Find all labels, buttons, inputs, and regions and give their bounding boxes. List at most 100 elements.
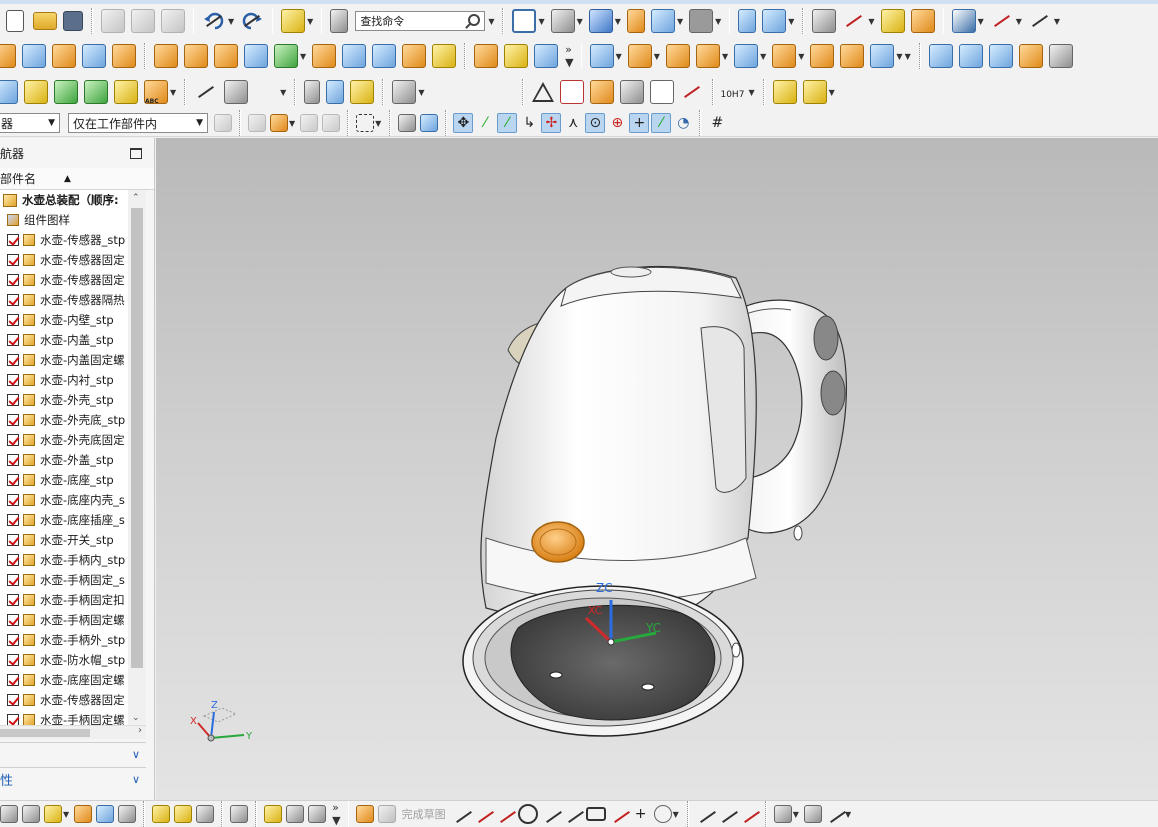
text-dropdown-icon[interactable]: ▼ xyxy=(170,88,176,97)
fit-view-dropdown-icon[interactable]: ▼ xyxy=(538,17,544,26)
copy-icon[interactable] xyxy=(131,9,155,33)
assembly-group-icon[interactable] xyxy=(802,80,827,104)
table-icon[interactable] xyxy=(560,80,585,104)
styled-sweep-icon[interactable] xyxy=(1018,44,1043,68)
scroll-down-icon[interactable]: ⌄ xyxy=(132,713,140,723)
hole-icon[interactable] xyxy=(402,44,427,68)
datum-csys-icon[interactable] xyxy=(114,80,138,104)
new-component-dropdown-icon[interactable]: ▼ xyxy=(654,52,660,61)
tree-component-row[interactable]: 水壶-内衬_stp xyxy=(0,370,146,390)
visibility-checkbox[interactable] xyxy=(7,274,19,286)
scope-filter-select[interactable]: 仅在工作部件内 ▼ xyxy=(68,113,208,133)
rectangle-select-icon[interactable] xyxy=(356,114,375,132)
fit-tolerance-dropdown-icon[interactable]: ▼ xyxy=(748,88,754,97)
visibility-checkbox[interactable] xyxy=(7,714,19,725)
component-pattern-icon[interactable] xyxy=(695,44,720,68)
tree-horizontal-scrollbar[interactable]: › xyxy=(0,725,146,739)
sketch-ellipse-icon[interactable] xyxy=(653,805,672,823)
visibility-checkbox[interactable] xyxy=(7,634,19,646)
scrollbar-thumb[interactable] xyxy=(131,208,143,668)
synchronous-modeling-dropdown-icon[interactable]: ▼ xyxy=(418,88,424,97)
visibility-checkbox[interactable] xyxy=(7,434,19,446)
annotation-icon[interactable] xyxy=(650,80,675,104)
notes-icon[interactable] xyxy=(24,80,48,104)
visibility-checkbox[interactable] xyxy=(7,574,19,586)
visibility-checkbox[interactable] xyxy=(7,234,19,246)
tree-component-row[interactable]: 水壶-底座插座_s xyxy=(0,510,146,530)
open-folder-icon[interactable] xyxy=(33,12,57,30)
assembly-group-dropdown-icon[interactable]: ▼ xyxy=(829,88,835,97)
pattern-feature-icon[interactable] xyxy=(184,44,208,68)
swept-icon[interactable] xyxy=(342,44,367,68)
spline-icon[interactable] xyxy=(326,80,345,104)
finish-sketch-icon[interactable] xyxy=(377,805,396,823)
synchronous-modeling-icon[interactable] xyxy=(392,80,417,104)
boolean-dropdown-icon[interactable]: ▼ xyxy=(300,52,306,61)
search-dropdown-icon[interactable]: ▼ xyxy=(488,17,494,26)
sketch-ellipse-dropdown-icon[interactable]: ▼ xyxy=(673,810,679,819)
tree-component-row[interactable]: 水壶-内盖固定螺 xyxy=(0,350,146,370)
visibility-checkbox[interactable] xyxy=(7,654,19,666)
sketch-fillet-icon[interactable] xyxy=(542,805,560,823)
background-icon[interactable] xyxy=(689,9,714,33)
edge-blend-icon[interactable] xyxy=(312,44,337,68)
fit-tolerance-icon[interactable]: 10H7 xyxy=(720,80,746,104)
tree-component-row[interactable]: 水壶-外盖_stp xyxy=(0,450,146,470)
visibility-checkbox[interactable] xyxy=(7,694,19,706)
measure-length-icon[interactable] xyxy=(1028,9,1052,33)
tree-component-row[interactable]: 水壶-外壳_stp xyxy=(0,390,146,410)
tree-component-row[interactable]: 水壶-传感器固定 xyxy=(0,270,146,290)
tree-component-row[interactable]: 水壶-外壳底_stp xyxy=(0,410,146,430)
component-pattern-dropdown-icon[interactable]: ▼ xyxy=(722,52,728,61)
tree-component-row[interactable]: 水壶-防水帽_stp xyxy=(0,650,146,670)
select-sheets-icon[interactable] xyxy=(420,114,439,132)
sketch-point-plus-icon[interactable]: + xyxy=(631,804,651,824)
visibility-checkbox[interactable] xyxy=(7,354,19,366)
draft-icon[interactable] xyxy=(504,44,529,68)
visibility-checkbox[interactable] xyxy=(7,394,19,406)
select-features-icon[interactable] xyxy=(248,114,266,132)
offset-face-icon[interactable] xyxy=(154,44,178,68)
pattern-geometry-icon[interactable] xyxy=(214,44,238,68)
add-component-icon[interactable] xyxy=(589,44,614,68)
tree-component-row[interactable]: 水壶-手柄固定螺 xyxy=(0,710,146,725)
wave-geometry-linker-icon[interactable] xyxy=(772,44,797,68)
wcs-dropdown-icon[interactable]: ▼ xyxy=(868,17,874,26)
visibility-checkbox[interactable] xyxy=(7,614,19,626)
paste-icon[interactable] xyxy=(161,9,185,33)
background-dropdown-icon[interactable]: ▼ xyxy=(715,17,721,26)
sketch-offset-icon[interactable] xyxy=(152,805,171,823)
text-icon[interactable]: ABC xyxy=(144,80,168,105)
cut-icon[interactable] xyxy=(101,9,125,33)
sort-ascending-icon[interactable]: ▲ xyxy=(64,174,71,184)
select-faces-dropdown-icon[interactable]: ▼ xyxy=(289,119,295,128)
datum-axis-icon[interactable] xyxy=(84,80,108,104)
chamfer-icon[interactable] xyxy=(534,44,559,68)
snap-view-icon[interactable] xyxy=(951,9,976,33)
add-sketch-icon[interactable] xyxy=(44,805,62,823)
snap-endpoint-icon[interactable]: ⁄ xyxy=(475,113,495,133)
move-face-icon[interactable] xyxy=(244,44,268,68)
surface-icon[interactable] xyxy=(928,44,953,68)
rectangle-select-dropdown-icon[interactable]: ▼ xyxy=(375,119,381,128)
sketch-ruler-icon[interactable] xyxy=(286,805,305,823)
tree-component-row[interactable]: 水壶-内盖_stp xyxy=(0,330,146,350)
sketch-dimension-icon[interactable] xyxy=(773,805,792,823)
snap-view-dropdown-icon[interactable]: ▼ xyxy=(978,17,984,26)
tree-vertical-scrollbar[interactable]: ⌃ ⌄ xyxy=(128,190,146,725)
triangle-sketch-icon[interactable] xyxy=(532,82,555,102)
render-style-dropdown-icon[interactable]: ▼ xyxy=(577,17,583,26)
replace-component-dropdown-icon[interactable]: ▼ xyxy=(760,52,766,61)
kettle-model[interactable]: ZC XC YC Z X Y xyxy=(156,138,1158,800)
tree-component-row[interactable]: 水壶-手柄固定螺 xyxy=(0,610,146,630)
mirror-assembly-icon[interactable] xyxy=(665,44,690,68)
sketch-pattern-icon[interactable] xyxy=(174,805,193,823)
sketch-table-icon[interactable] xyxy=(308,805,327,823)
datum-plane-icon[interactable] xyxy=(54,80,78,104)
dependencies-section[interactable]: ∨ xyxy=(0,742,146,766)
tree-pattern-node[interactable]: 组件图样 xyxy=(0,210,146,230)
scroll-right-icon[interactable]: › xyxy=(138,725,142,736)
intersection-curve-icon[interactable] xyxy=(224,80,249,104)
sketch-link-icon[interactable] xyxy=(264,805,283,823)
tree-component-row[interactable]: 水壶-内壁_stp xyxy=(0,310,146,330)
